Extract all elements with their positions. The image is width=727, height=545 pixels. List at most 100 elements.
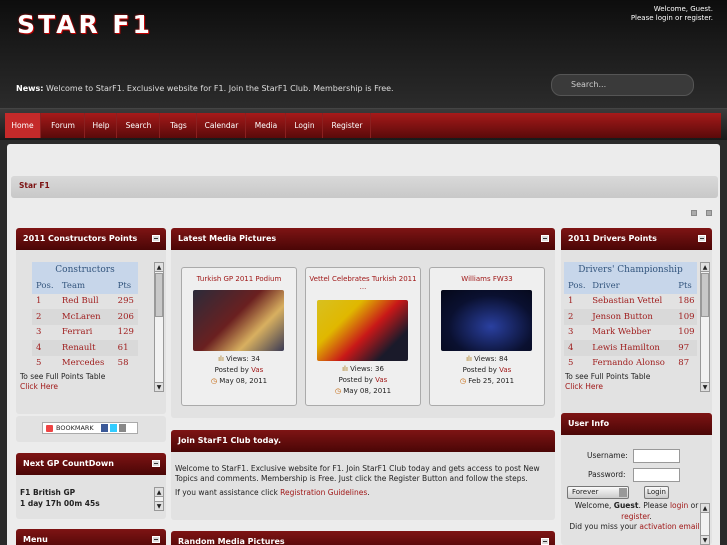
media-card-title[interactable]: Williams FW33 bbox=[430, 274, 544, 284]
media-card[interactable]: Williams FW33 ılı Views: 84 Posted by Va… bbox=[429, 267, 545, 406]
help-prefix: If you want assistance click bbox=[175, 488, 281, 497]
constructors-scrollbar[interactable]: ▲ ▼ bbox=[154, 262, 164, 392]
welcome-line-1: Welcome, Guest. bbox=[653, 5, 713, 13]
minimize-icon[interactable] bbox=[152, 235, 160, 242]
nav-search[interactable]: Search bbox=[118, 113, 160, 138]
podium-image[interactable] bbox=[193, 290, 284, 351]
minimize-icon[interactable] bbox=[698, 235, 706, 242]
bookmark-panel: BOOKMARK bbox=[16, 416, 166, 442]
col-driver: Driver bbox=[588, 278, 675, 294]
nav-help[interactable]: Help bbox=[86, 113, 117, 138]
drivers-title: 2011 Drivers Points bbox=[568, 234, 657, 243]
views-icon: ılı bbox=[218, 355, 224, 363]
poster-link[interactable]: Vas bbox=[251, 366, 263, 374]
minimize-icon[interactable] bbox=[541, 235, 549, 242]
poster-link[interactable]: Vas bbox=[499, 366, 511, 374]
cell-driver: Lewis Hamilton bbox=[588, 340, 675, 356]
welcome-line-2[interactable]: Please login or register. bbox=[631, 14, 713, 23]
countdown-scrollbar[interactable]: ▲ ▼ bbox=[154, 487, 164, 511]
nav-home[interactable]: Home bbox=[5, 113, 41, 138]
registration-guidelines-link[interactable]: Registration Guidelines bbox=[280, 488, 367, 497]
clock-icon: ◷ bbox=[210, 377, 217, 385]
search-input[interactable]: Search... bbox=[551, 74, 694, 96]
login-button[interactable]: Login bbox=[644, 486, 669, 499]
cell-pos: 4 bbox=[32, 340, 58, 356]
scroll-down-icon[interactable]: ▼ bbox=[701, 382, 709, 391]
menu-title: Menu bbox=[23, 535, 48, 544]
scroll-up-icon[interactable]: ▲ bbox=[701, 504, 709, 513]
nav-media[interactable]: Media bbox=[247, 113, 286, 138]
countdown-title: Next GP CountDown bbox=[23, 459, 114, 468]
minimize-icon[interactable] bbox=[541, 538, 549, 545]
table-row: 3 Mark Webber 109 bbox=[564, 325, 697, 341]
media-card[interactable]: Turkish GP 2011 Podium ılı Views: 34 Pos… bbox=[181, 267, 297, 406]
site-logo[interactable]: STAR F1 bbox=[17, 10, 153, 39]
col-team: Team bbox=[57, 278, 114, 294]
media-card-title-wrap[interactable]: Vettel Celebrates Turkish 2011... bbox=[306, 274, 420, 291]
activation-email-link[interactable]: activation email bbox=[639, 522, 699, 531]
drivers-scrollbar[interactable]: ▲ ▼ bbox=[700, 262, 710, 392]
duration-value: Forever bbox=[572, 488, 599, 496]
drivers-table-title: Drivers' Championship bbox=[564, 262, 697, 278]
vettel-image[interactable] bbox=[317, 300, 408, 361]
nav-register[interactable]: Register bbox=[324, 113, 371, 138]
constructors-table: Constructors Pos. Team Pts 1 Red Bull 295 … bbox=[32, 262, 138, 370]
join-club-header: Join StarF1 Club today. bbox=[171, 430, 555, 452]
williams-image[interactable] bbox=[441, 290, 532, 351]
cell-team: Mercedes bbox=[61, 358, 105, 369]
scroll-up-icon[interactable]: ▲ bbox=[155, 488, 163, 497]
cell-pos: 5 bbox=[568, 358, 574, 369]
nav-calendar[interactable]: Calendar bbox=[198, 113, 246, 138]
click-here-link[interactable]: Click Here bbox=[20, 382, 105, 392]
clock-icon: ◷ bbox=[459, 377, 467, 385]
duration-select[interactable]: Forever bbox=[567, 486, 629, 499]
media-card[interactable]: Vettel Celebrates Turkish 2011... ılı Vi… bbox=[305, 267, 421, 406]
media-card-title[interactable]: Turkish GP 2011 Podium bbox=[182, 274, 296, 284]
register-link[interactable]: register bbox=[621, 512, 649, 521]
cell-pts: 97 bbox=[674, 340, 697, 356]
breadcrumb[interactable]: Star F1 bbox=[11, 176, 718, 198]
scroll-down-icon[interactable]: ▼ bbox=[155, 382, 163, 391]
scroll-up-icon[interactable]: ▲ bbox=[701, 263, 709, 272]
username-field[interactable] bbox=[633, 449, 680, 463]
scroll-thumb[interactable] bbox=[701, 273, 709, 317]
nav-tags[interactable]: Tags bbox=[161, 113, 197, 138]
scroll-down-icon[interactable]: ▼ bbox=[701, 535, 709, 544]
bookmark-button[interactable]: BOOKMARK bbox=[42, 422, 138, 434]
expand-icon[interactable] bbox=[706, 210, 712, 216]
poster-link[interactable]: Vas bbox=[375, 376, 387, 384]
join-club-body: Welcome to StarF1. Exclusive website for… bbox=[175, 464, 549, 498]
user-info-scrollbar[interactable]: ▲ ▼ bbox=[700, 503, 710, 545]
scroll-down-icon[interactable]: ▼ bbox=[155, 501, 163, 510]
full-table-text: To see Full Points Table bbox=[565, 372, 651, 381]
cell-pts: 295 bbox=[117, 296, 134, 307]
drivers-panel: 2011 Drivers Points Drivers' Championshi… bbox=[561, 228, 712, 414]
countdown-body: F1 British GP 1 day 17h 00m 45s bbox=[20, 487, 100, 509]
minimize-icon[interactable] bbox=[152, 460, 160, 467]
cell-pos: 2 bbox=[564, 309, 589, 325]
scroll-thumb[interactable] bbox=[155, 273, 163, 317]
click-here-link[interactable]: Click Here bbox=[565, 382, 650, 392]
constructors-table-title: Constructors bbox=[32, 262, 138, 278]
login-link[interactable]: login bbox=[670, 501, 688, 510]
chevron-down-icon bbox=[619, 488, 627, 497]
random-media-header: Random Media Pictures bbox=[171, 531, 555, 545]
cell-driver: Mark Webber bbox=[592, 327, 651, 338]
drivers-table: Drivers' Championship Pos. Driver Pts 1 S… bbox=[564, 262, 697, 370]
table-row: 1 Sebastian Vettel 186 bbox=[564, 294, 697, 310]
cell-pts: 129 bbox=[117, 327, 134, 338]
views-count: Views: 36 bbox=[350, 365, 384, 373]
scroll-up-icon[interactable]: ▲ bbox=[155, 263, 163, 272]
nav-forum[interactable]: Forum bbox=[42, 113, 85, 138]
table-row: 4 Lewis Hamilton 97 bbox=[564, 340, 697, 356]
user-info-text: Welcome, Guest. Please login or register… bbox=[561, 501, 712, 533]
nav-login[interactable]: Login bbox=[287, 113, 323, 138]
missed-prefix: Did you miss your bbox=[569, 522, 640, 531]
minimize-icon[interactable] bbox=[152, 536, 160, 543]
welcome-name: Guest bbox=[613, 501, 639, 510]
collapse-icon[interactable] bbox=[691, 210, 697, 216]
cell-pos: 2 bbox=[32, 309, 58, 325]
col-pos: Pos. bbox=[564, 278, 589, 294]
cell-pts: 87 bbox=[678, 358, 690, 369]
password-field[interactable] bbox=[633, 468, 680, 482]
